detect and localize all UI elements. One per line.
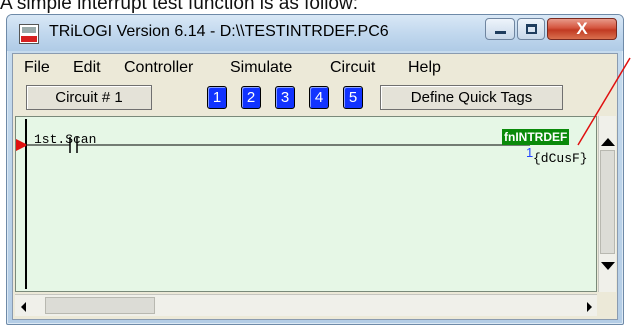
annotation-pointer-line: [577, 57, 631, 146]
annotation-overlay: [577, 57, 631, 146]
